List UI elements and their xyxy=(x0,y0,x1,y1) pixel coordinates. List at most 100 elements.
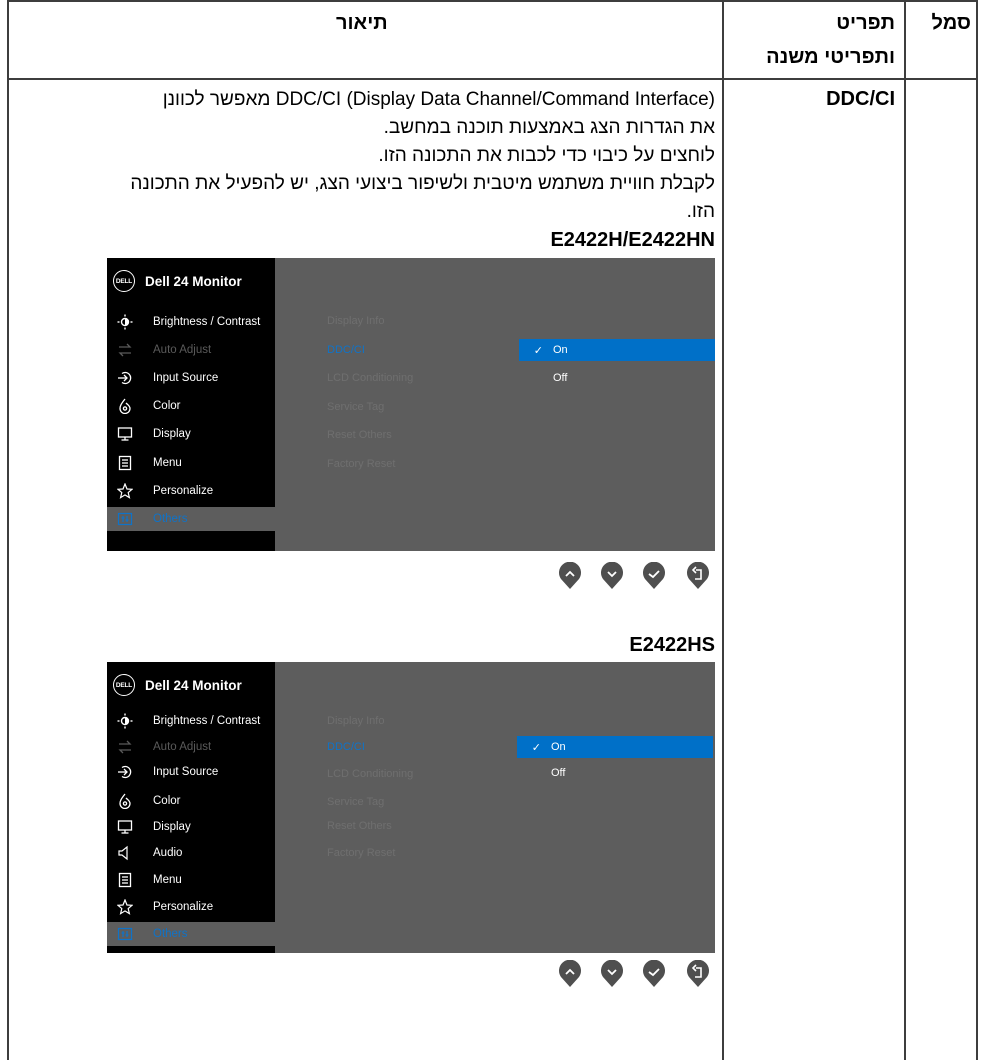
submenu-display-info[interactable]: Display Info xyxy=(327,315,384,327)
menu-item-label: Personalize xyxy=(153,901,214,913)
menu-item-personalize[interactable]: Personalize xyxy=(107,479,275,503)
up-button[interactable] xyxy=(558,960,582,988)
menu-item-label: Audio xyxy=(153,847,183,859)
color-icon xyxy=(117,793,133,809)
personalize-icon xyxy=(117,483,133,499)
submenu-service-tag[interactable]: Service Tag xyxy=(327,796,384,808)
submenu-ddcci[interactable]: DDC/CI xyxy=(327,344,365,356)
header-divider xyxy=(7,78,978,80)
header-description: תיאור xyxy=(336,12,388,34)
down-button[interactable] xyxy=(600,960,624,988)
menu-item-menu[interactable]: Menu xyxy=(107,451,275,475)
osd-main-menu: DELL Dell 24 Monitor Brightness / Contra… xyxy=(107,662,275,953)
table-border-right xyxy=(976,0,978,1060)
menu-item-input-source[interactable]: Input Source xyxy=(107,760,275,784)
menu-item-brightness[interactable]: Brightness / Contrast xyxy=(107,310,275,334)
submenu-factory-reset[interactable]: Factory Reset xyxy=(327,847,395,859)
osd-title: Dell 24 Monitor xyxy=(145,677,242,693)
audio-icon xyxy=(117,845,133,861)
table-border-left xyxy=(7,0,9,1060)
menu-item-label: Display xyxy=(153,821,191,833)
table-border-top xyxy=(7,0,978,2)
option-off-label: Off xyxy=(553,372,568,384)
submenu-reset-others[interactable]: Reset Others xyxy=(327,820,392,832)
menu-item-audio[interactable]: Audio xyxy=(107,841,275,865)
submenu-display-info[interactable]: Display Info xyxy=(327,715,384,727)
input-source-icon xyxy=(117,370,133,386)
table-divider-item xyxy=(904,0,906,1060)
menu-item-label: Input Source xyxy=(153,766,219,778)
confirm-button[interactable] xyxy=(642,960,666,988)
menu-item-auto-adjust[interactable]: Auto Adjust xyxy=(107,735,275,759)
option-off[interactable]: Off xyxy=(517,762,713,784)
submenu-factory-reset[interactable]: Factory Reset xyxy=(327,458,395,470)
table-divider-desc xyxy=(722,0,724,1060)
menu-item-personalize[interactable]: Personalize xyxy=(107,895,275,919)
osd-header: DELL Dell 24 Monitor xyxy=(113,270,242,292)
menu-item-display[interactable]: Display xyxy=(107,422,275,446)
description-line: את הגדרות הצג באמצעות תוכנה במחשב. xyxy=(383,117,715,138)
up-button[interactable] xyxy=(558,562,582,590)
brightness-icon xyxy=(117,713,133,729)
dell-logo: DELL xyxy=(113,270,135,292)
back-button[interactable] xyxy=(686,562,710,590)
personalize-icon xyxy=(117,899,133,915)
submenu-lcd-conditioning[interactable]: LCD Conditioning xyxy=(327,768,413,780)
submenu-lcd-conditioning[interactable]: LCD Conditioning xyxy=(327,372,413,384)
description-line: DDC/CI (Display Data Channel/Command Int… xyxy=(162,89,715,110)
submenu-reset-others[interactable]: Reset Others xyxy=(327,429,392,441)
menu-item-label: Auto Adjust xyxy=(153,741,212,753)
back-button[interactable] xyxy=(686,960,710,988)
model-label-e2422hs: E2422HS xyxy=(629,634,715,656)
menu-item-others[interactable]: Others xyxy=(107,507,275,531)
osd-header: DELL Dell 24 Monitor xyxy=(113,674,242,696)
menu-item-color[interactable]: Color xyxy=(107,394,275,418)
menu-item-auto-adjust[interactable]: Auto Adjust xyxy=(107,338,275,362)
header-item-line1: תפריט xyxy=(836,12,895,34)
description-line: לקבלת חוויית משתמש מיטבית ולשיפור ביצועי… xyxy=(130,173,715,194)
submenu-service-tag[interactable]: Service Tag xyxy=(327,401,384,413)
header-icon: סמל xyxy=(931,12,971,34)
option-on-label: On xyxy=(551,741,566,753)
others-icon xyxy=(117,926,133,942)
menu-item-input-source[interactable]: Input Source xyxy=(107,366,275,390)
option-on-label: On xyxy=(553,344,568,356)
menu-item-label: Input Source xyxy=(153,372,219,384)
description-line: הזו. xyxy=(686,201,715,222)
menu-item-color[interactable]: Color xyxy=(107,789,275,813)
row-item-ddcci: DDC/CI xyxy=(826,88,895,110)
menu-item-label: Brightness / Contrast xyxy=(153,316,261,328)
submenu-ddcci[interactable]: DDC/CI xyxy=(327,741,365,753)
menu-icon xyxy=(117,455,133,471)
check-icon: ✓ xyxy=(531,741,541,754)
menu-icon xyxy=(117,872,133,888)
osd-main-menu: DELL Dell 24 Monitor Brightness / Contra… xyxy=(107,258,275,551)
confirm-button[interactable] xyxy=(642,562,666,590)
menu-item-menu[interactable]: Menu xyxy=(107,868,275,892)
display-icon xyxy=(117,819,133,835)
option-on[interactable]: ✓ On xyxy=(519,339,715,361)
menu-item-label: Others xyxy=(153,928,188,940)
header-item-line2: ותפריטי משנה xyxy=(766,46,895,68)
osd-title: Dell 24 Monitor xyxy=(145,273,242,289)
model-label-e2422h: E2422H/E2422HN xyxy=(550,229,715,251)
menu-item-display[interactable]: Display xyxy=(107,815,275,839)
display-icon xyxy=(117,426,133,442)
menu-item-brightness[interactable]: Brightness / Contrast xyxy=(107,709,275,733)
menu-item-label: Color xyxy=(153,795,181,807)
menu-item-others[interactable]: Others xyxy=(107,922,275,946)
description-line: לוחצים על כיבוי כדי לכבות את התכונה הזו. xyxy=(378,145,715,166)
input-source-icon xyxy=(117,764,133,780)
down-button[interactable] xyxy=(600,562,624,590)
menu-item-label: Auto Adjust xyxy=(153,344,212,356)
osd-screenshot-e2422h: DELL Dell 24 Monitor Brightness / Contra… xyxy=(107,258,715,551)
auto-adjust-icon xyxy=(117,739,133,755)
menu-item-label: Menu xyxy=(153,457,182,469)
check-icon: ✓ xyxy=(533,344,543,357)
menu-item-label: Color xyxy=(153,400,181,412)
option-off[interactable]: Off xyxy=(519,367,715,389)
option-off-label: Off xyxy=(551,767,566,779)
option-on[interactable]: ✓ On xyxy=(517,736,713,758)
menu-item-label: Brightness / Contrast xyxy=(153,715,261,727)
menu-item-label: Personalize xyxy=(153,485,214,497)
